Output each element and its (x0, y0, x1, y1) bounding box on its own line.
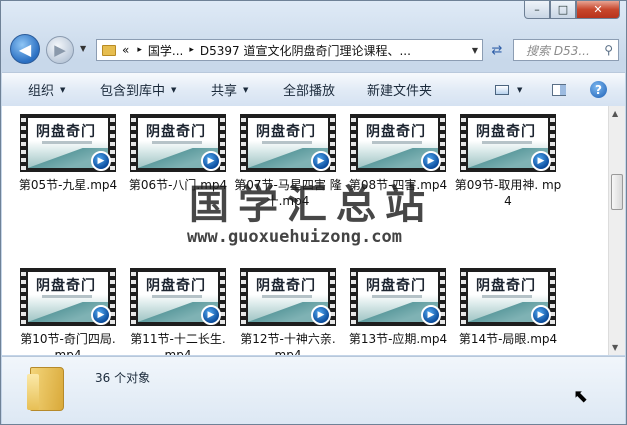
preview-pane-icon[interactable] (552, 83, 566, 96)
back-button[interactable]: ◀ (10, 34, 40, 64)
share-button[interactable]: 共享 ▼ (211, 80, 248, 99)
thumbnail-title: 阴盘奇门 (146, 278, 206, 294)
caption-buttons: – □ ✕ (524, 1, 620, 19)
include-in-library-button[interactable]: 包含到库中 ▼ (100, 80, 176, 99)
new-folder-button[interactable]: 新建文件夹 (367, 80, 432, 99)
chevron-down-icon: ▼ (517, 85, 523, 94)
file-name: 第10节-奇门四局. mp4 (20, 332, 116, 355)
play-badge-icon: ▶ (311, 305, 331, 325)
thumbnail-subtitle-bar (372, 141, 422, 144)
close-button[interactable]: ✕ (576, 1, 620, 19)
thumbnail-title: 阴盘奇门 (36, 278, 96, 294)
play-badge-icon: ▶ (201, 151, 221, 171)
file-name: 第14节-局眼.mp4 (458, 332, 558, 346)
explorer-window: – □ ✕ ◀ ▶ ▼ « ▸ 国学... ▸ D5397 道宣文化阴盘奇门理论… (0, 0, 627, 425)
file-name: 第05节-九星.mp4 (18, 178, 118, 192)
thumbnail-subtitle-bar (42, 141, 92, 144)
refresh-icon: ⇄ (491, 42, 503, 58)
help-icon[interactable]: ? (590, 81, 607, 98)
search-placeholder: 搜索 D53... (526, 43, 590, 58)
thumbnail-title: 阴盘奇门 (146, 124, 206, 140)
watermark-title: 国学汇总站 (189, 182, 434, 228)
play-badge-icon: ▶ (421, 151, 441, 171)
maximize-button[interactable]: □ (550, 1, 576, 19)
file-name: 第13节-应期.mp4 (348, 332, 448, 346)
file-item[interactable]: 阴盘奇门 ▶ 第05节-九星.mp4 (13, 114, 123, 193)
file-item[interactable]: 阴盘奇门 ▶ 第12节-十神六亲. mp4 (233, 268, 343, 355)
details-pane: 36 个对象 (2, 356, 625, 424)
thumbnail-title: 阴盘奇门 (476, 124, 536, 140)
address-dropdown[interactable]: ▼ (472, 46, 478, 55)
thumbnail-subtitle-bar (372, 295, 422, 298)
play-badge-icon: ▶ (421, 305, 441, 325)
file-item[interactable]: 阴盘奇门 ▶ 第13节-应期.mp4 (343, 268, 453, 347)
file-item[interactable]: 阴盘奇门 ▶ 第11节-十二长生. mp4 (123, 268, 233, 355)
file-item[interactable]: 阴盘奇门 ▶ 第14节-局眼.mp4 (453, 268, 563, 347)
folder-icon (102, 44, 116, 56)
share-label: 共享 (211, 84, 238, 99)
chevron-down-icon: ▼ (171, 85, 177, 94)
thumbnail-subtitle-bar (152, 141, 202, 144)
chevron-down-icon: ▼ (60, 85, 66, 94)
refresh-button[interactable]: ⇄ (486, 39, 508, 61)
thumbnail-title: 阴盘奇门 (36, 124, 96, 140)
view-options-button[interactable]: ▼ (495, 84, 523, 95)
scrollbar-thumb[interactable] (611, 174, 623, 210)
scroll-up-icon[interactable]: ▲ (612, 109, 618, 118)
thumbnail-title: 阴盘奇门 (256, 124, 316, 140)
address-bar[interactable]: « ▸ 国学... ▸ D5397 道宣文化阴盘奇门理论课程、... ▼ (96, 39, 483, 61)
mouse-cursor-icon: ⬉ (573, 386, 589, 407)
thumbnail-subtitle-bar (42, 295, 92, 298)
recent-pages-dropdown[interactable]: ▼ (80, 44, 86, 53)
breadcrumb-item[interactable]: 国学... (148, 42, 183, 59)
play-badge-icon: ▶ (531, 305, 551, 325)
thumbnail-subtitle-bar (482, 141, 532, 144)
file-item[interactable]: 阴盘奇门 ▶ 第10节-奇门四局. mp4 (13, 268, 123, 355)
thumbnail-subtitle-bar (482, 295, 532, 298)
play-all-button[interactable]: 全部播放 (283, 80, 335, 99)
play-badge-icon: ▶ (201, 305, 221, 325)
thumbnail-title: 阴盘奇门 (366, 278, 426, 294)
folder-icon (27, 367, 64, 411)
breadcrumb-item[interactable]: D5397 道宣文化阴盘奇门理论课程、... (200, 42, 411, 59)
file-name: 第09节-取用神. mp4 (454, 178, 562, 208)
watermark-url: www.guoxuehuizong.com (187, 227, 402, 247)
play-badge-icon: ▶ (91, 305, 111, 325)
minimize-button[interactable]: – (524, 1, 550, 19)
play-badge-icon: ▶ (531, 151, 551, 171)
search-icon[interactable]: ⚲ (604, 43, 613, 57)
back-arrow-icon: ◀ (18, 39, 32, 59)
breadcrumb-separator[interactable]: ▸ (189, 45, 194, 55)
thumbnail-title: 阴盘奇门 (476, 278, 536, 294)
new-folder-label: 新建文件夹 (367, 84, 433, 99)
play-all-label: 全部播放 (283, 84, 336, 99)
include-in-library-label: 包含到库中 (100, 84, 166, 99)
thumbnail-title: 阴盘奇门 (366, 124, 426, 140)
thumbnail-subtitle-bar (262, 141, 312, 144)
breadcrumb-separator[interactable]: ▸ (137, 45, 142, 55)
forward-arrow-icon: ▶ (54, 41, 66, 59)
view-options-icon (495, 84, 509, 95)
file-name: 第12节-十神六亲. mp4 (240, 332, 336, 355)
item-count: 36 个对象 (95, 371, 151, 385)
thumbnail-subtitle-bar (152, 295, 202, 298)
thumbnail-title: 阴盘奇门 (256, 278, 316, 294)
organize-label: 组织 (28, 84, 55, 99)
scroll-down-icon[interactable]: ▼ (612, 343, 618, 352)
chevron-down-icon: ▼ (243, 85, 249, 94)
play-badge-icon: ▶ (311, 151, 331, 171)
file-name: 第11节-十二长生. mp4 (130, 332, 226, 355)
vertical-scrollbar[interactable]: ▲ ▼ (608, 106, 625, 355)
organize-button[interactable]: 组织 ▼ (28, 80, 65, 99)
address-overflow[interactable]: « (122, 43, 129, 57)
file-item[interactable]: 阴盘奇门 ▶ 第09节-取用神. mp4 (453, 114, 563, 209)
thumbnail-subtitle-bar (262, 295, 312, 298)
command-bar: 组织 ▼ 包含到库中 ▼ 共享 ▼ 全部播放 新建文件夹 ▼ ? (2, 72, 625, 107)
search-input[interactable]: 搜索 D53... ⚲ (513, 39, 619, 61)
forward-button[interactable]: ▶ (46, 36, 74, 64)
play-badge-icon: ▶ (91, 151, 111, 171)
